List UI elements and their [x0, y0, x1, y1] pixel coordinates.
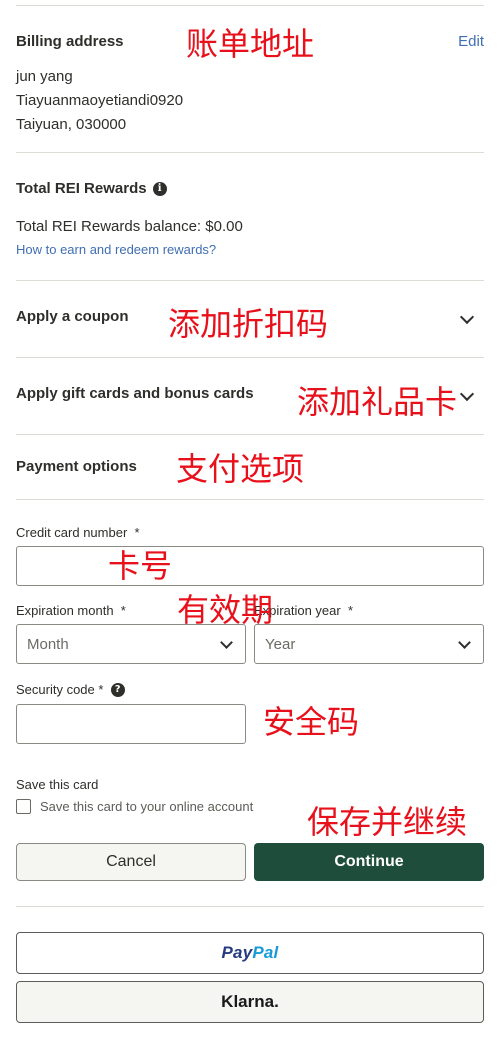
- exp-month-value: Month: [27, 635, 69, 653]
- divider: [16, 434, 484, 435]
- divider: [16, 152, 484, 153]
- klarna-button[interactable]: Klarna.: [16, 981, 484, 1023]
- save-card-title: Save this card: [16, 777, 99, 792]
- cancel-button[interactable]: Cancel: [16, 843, 246, 881]
- divider: [16, 906, 484, 907]
- security-code-annotation: 安全码: [263, 703, 360, 741]
- exp-month-label: Expiration month *: [16, 603, 126, 618]
- chevron-down-icon: [459, 386, 475, 402]
- exp-year-value: Year: [265, 635, 296, 653]
- chevron-down-icon: [220, 635, 235, 649]
- save-card-checkbox[interactable]: [16, 799, 31, 814]
- payment-annotation: 支付选项: [176, 450, 305, 488]
- billing-street: Tiayuanmaoyetiandi0920: [16, 92, 184, 109]
- gift-cards-annotation: 添加礼品卡: [297, 383, 458, 421]
- save-card-checkbox-label: Save this card to your online account: [40, 799, 254, 814]
- billing-city: Taiyuan, 030000: [16, 116, 127, 133]
- top-divider: [16, 5, 484, 6]
- help-icon[interactable]: ?: [110, 682, 125, 697]
- exp-year-select[interactable]: Year: [254, 624, 484, 664]
- coupon-annotation: 添加折扣码: [168, 305, 329, 343]
- coupon-title: Apply a coupon: [16, 308, 129, 325]
- payment-title: Payment options: [16, 458, 137, 475]
- divider: [16, 280, 484, 281]
- chevron-down-icon: [459, 309, 475, 325]
- paypal-logo: PayPal: [221, 943, 279, 962]
- rewards-balance: Total REI Rewards balance: $0.00: [16, 218, 243, 235]
- paypal-button[interactable]: PayPal: [16, 932, 484, 974]
- security-code-label: Security code * ?: [16, 682, 125, 697]
- save-annotation: 保存并继续: [307, 803, 468, 841]
- card-number-label: Credit card number *: [16, 525, 140, 540]
- billing-name: jun yang: [16, 68, 73, 85]
- billing-title: Billing address: [16, 33, 124, 50]
- card-number-input[interactable]: [16, 546, 484, 586]
- security-code-input[interactable]: [16, 704, 246, 744]
- rewards-help-link[interactable]: How to earn and redeem rewards?: [16, 242, 216, 257]
- continue-button[interactable]: Continue: [254, 843, 484, 881]
- rewards-heading: Total REI Rewards i: [16, 180, 167, 197]
- billing-annotation: 账单地址: [186, 25, 315, 63]
- gift-cards-title: Apply gift cards and bonus cards: [16, 385, 254, 402]
- card-number-annotation: 卡号: [108, 547, 173, 585]
- exp-month-select[interactable]: Month: [16, 624, 246, 664]
- divider: [16, 499, 484, 500]
- info-icon[interactable]: i: [152, 181, 167, 196]
- chevron-down-icon: [458, 635, 473, 649]
- save-card-checkbox-row[interactable]: Save this card to your online account: [16, 799, 253, 814]
- rewards-title: Total REI Rewards: [16, 180, 147, 197]
- divider: [16, 357, 484, 358]
- edit-billing-link[interactable]: Edit: [458, 33, 484, 50]
- klarna-logo: Klarna.: [221, 992, 279, 1011]
